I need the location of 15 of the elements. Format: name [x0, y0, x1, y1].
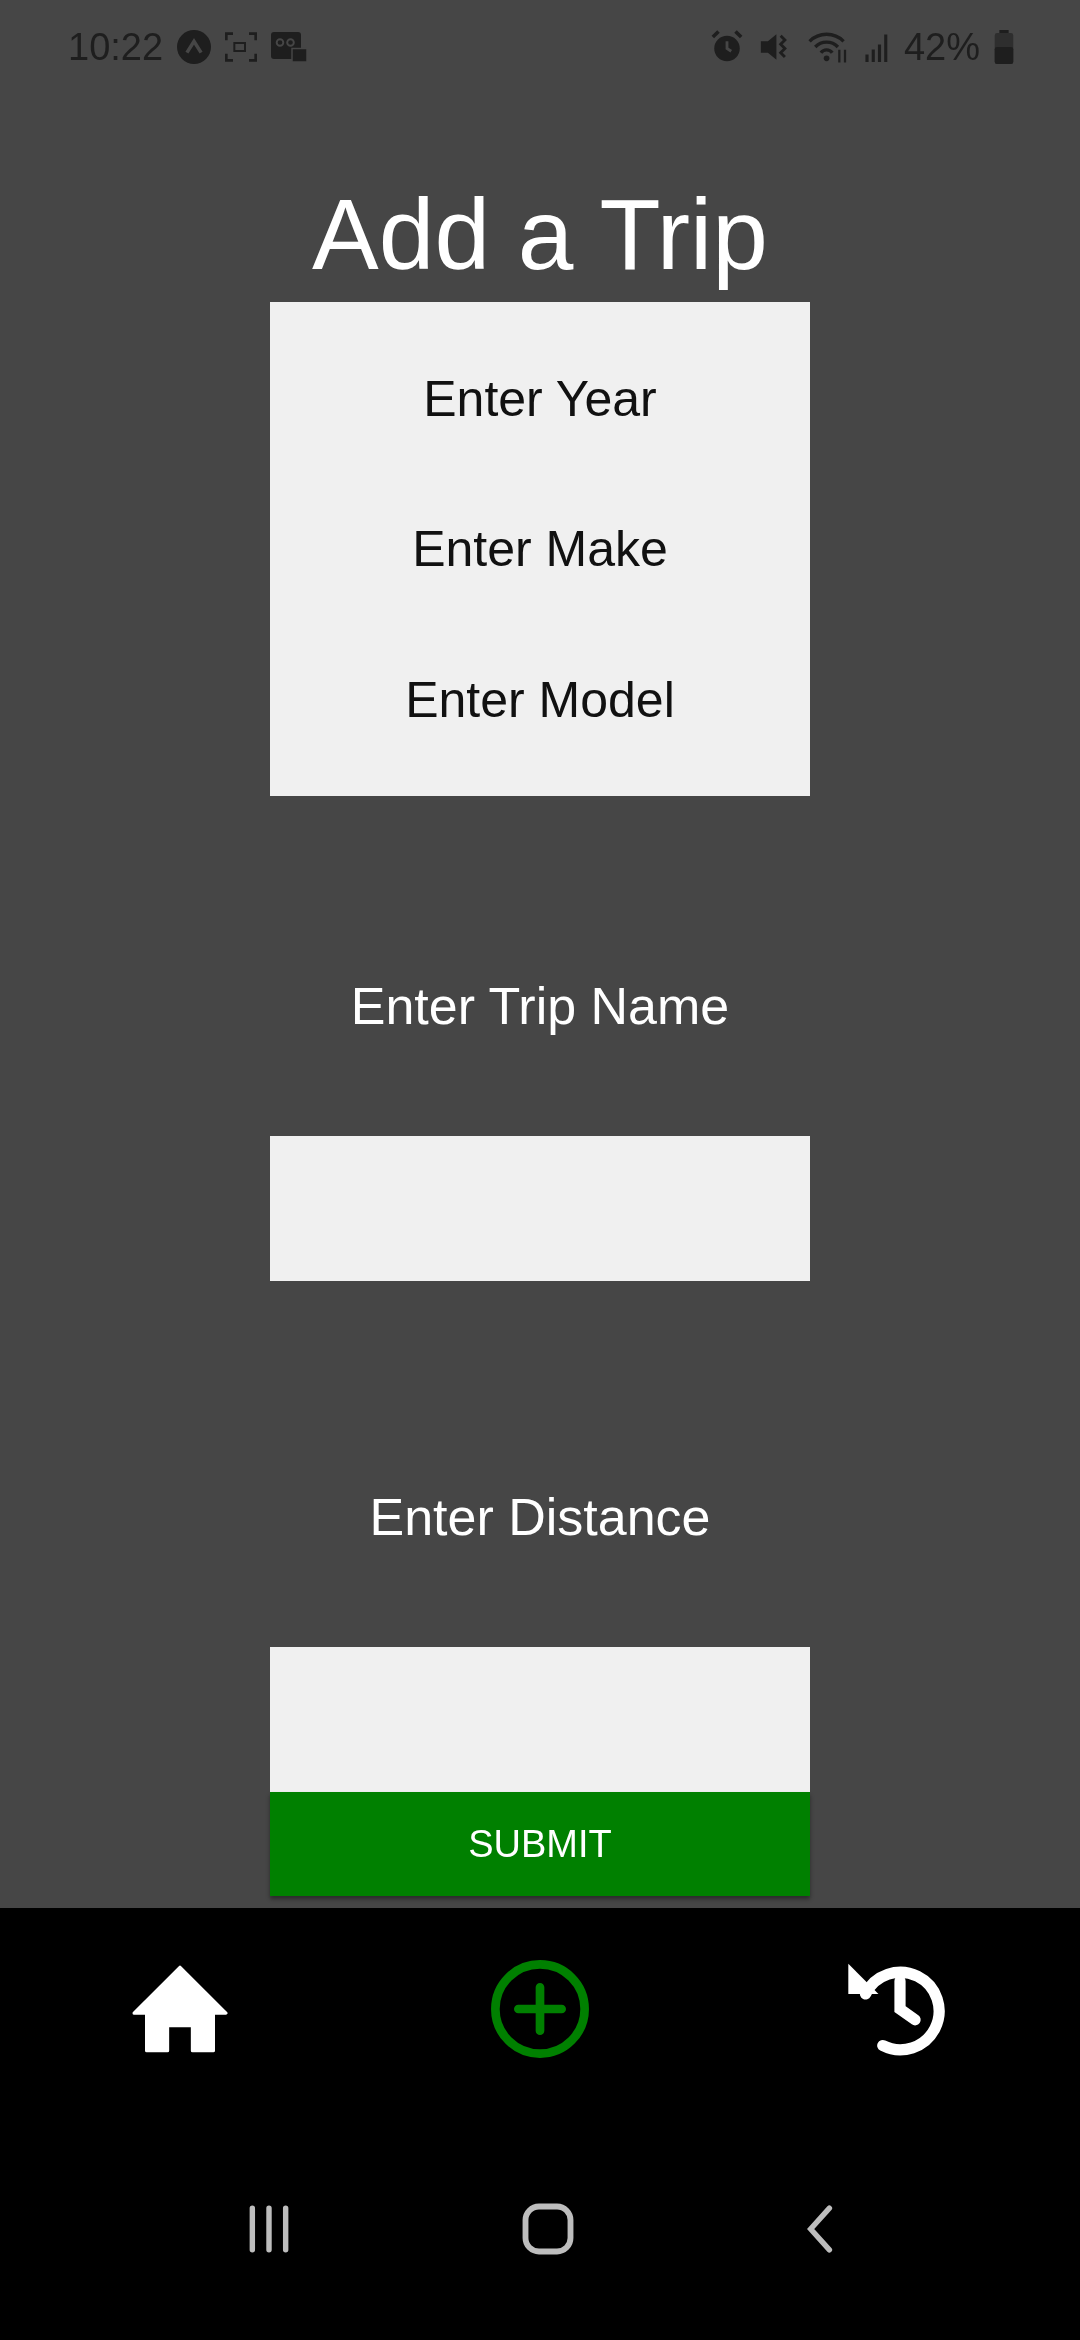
battery-icon — [994, 30, 1014, 65]
trip-name-input-field[interactable] — [270, 1136, 810, 1282]
app-icon — [177, 30, 212, 65]
page-title: Add a Trip — [312, 178, 768, 291]
vehicle-input-field[interactable]: Enter Year — [270, 302, 810, 475]
vehicle-input-field[interactable]: Enter Make — [270, 474, 810, 625]
distance-input-field[interactable] — [270, 1647, 810, 1793]
field-label: Enter Distance — [369, 1487, 711, 1548]
screen-record-icon — [225, 32, 258, 63]
submit-button[interactable]: SUBMIT — [270, 1792, 810, 1897]
voicemail-icon — [271, 32, 308, 63]
field-label: Enter Trip Name — [350, 976, 730, 1037]
home-nav-icon[interactable] — [521, 2202, 575, 2257]
vehicle-input-field[interactable]: Enter Model — [270, 624, 810, 797]
signal-icon — [863, 32, 890, 63]
